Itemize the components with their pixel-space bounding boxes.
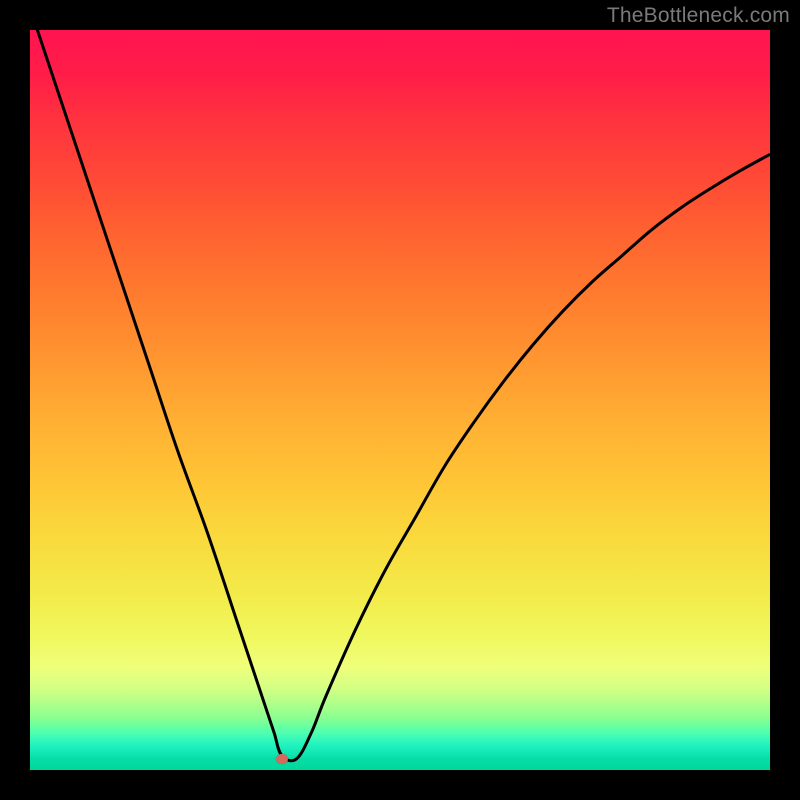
watermark-text: TheBottleneck.com [607,4,790,28]
plot-area [30,30,770,770]
bottleneck-curve [30,30,770,770]
curve-path [30,30,770,761]
chart-frame: TheBottleneck.com [0,0,800,800]
optimal-point-marker [276,754,288,764]
